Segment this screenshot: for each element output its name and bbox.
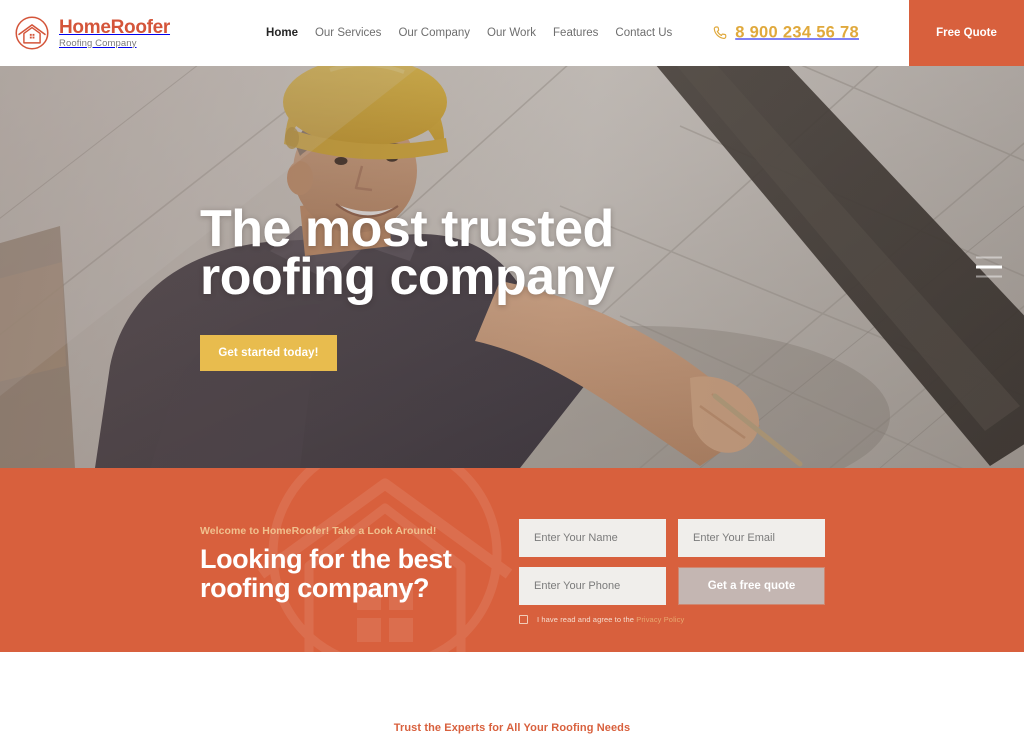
- nav-item-our-company[interactable]: Our Company: [398, 27, 470, 39]
- get-free-quote-button[interactable]: Get a free quote: [678, 567, 825, 605]
- brand-text: HomeRoofer Roofing Company: [59, 18, 170, 49]
- consent-row: I have read and agree to the Privacy Pol…: [519, 615, 825, 624]
- privacy-policy-link[interactable]: Privacy Policy: [636, 615, 684, 624]
- form-row-1: [519, 519, 825, 557]
- landing-page: HomeRoofer Roofing Company Home Our Serv…: [0, 0, 1024, 745]
- nav-item-our-services[interactable]: Our Services: [315, 27, 381, 39]
- house-in-circle-icon: [14, 15, 50, 51]
- nav-item-contact-us[interactable]: Contact Us: [615, 27, 672, 39]
- nav-item-home[interactable]: Home: [266, 27, 298, 39]
- form-row-2: Get a free quote: [519, 567, 825, 605]
- phone-input[interactable]: [519, 567, 666, 605]
- nav-item-features[interactable]: Features: [553, 27, 598, 39]
- cta-text-block: Welcome to HomeRoofer! Take a Look Aroun…: [200, 525, 500, 602]
- free-quote-button[interactable]: Free Quote: [909, 0, 1024, 66]
- bottom-eyebrow: Trust the Experts for All Your Roofing N…: [393, 722, 631, 734]
- site-header: HomeRoofer Roofing Company Home Our Serv…: [0, 0, 1024, 66]
- phone-icon: [713, 26, 728, 41]
- slider-line-1: [976, 256, 1002, 259]
- bottom-section: Trust the Experts for All Your Roofing N…: [0, 652, 1024, 745]
- consent-label: I have read and agree to the Privacy Pol…: [537, 615, 684, 624]
- brand-logo[interactable]: HomeRoofer Roofing Company: [14, 15, 170, 51]
- slider-lines-icon[interactable]: [976, 256, 1002, 278]
- slider-line-2-active: [976, 265, 1002, 269]
- nav-item-our-work[interactable]: Our Work: [487, 27, 536, 39]
- header-phone-link[interactable]: 8 900 234 56 78: [713, 24, 859, 43]
- hero-content: The most trusted roofing company Get sta…: [200, 66, 820, 468]
- email-input[interactable]: [678, 519, 825, 557]
- privacy-consent-checkbox[interactable]: [519, 615, 528, 624]
- slider-line-3: [976, 275, 1002, 278]
- phone-number: 8 900 234 56 78: [735, 23, 859, 42]
- get-started-button[interactable]: Get started today!: [200, 335, 337, 371]
- brand-tagline: Roofing Company: [59, 37, 137, 49]
- quote-request-form: Get a free quote I have read and agree t…: [519, 519, 825, 624]
- hero-section: The most trusted roofing company Get sta…: [0, 66, 1024, 468]
- hero-title: The most trusted roofing company: [200, 200, 615, 306]
- consent-text: I have read and agree to the: [537, 615, 635, 624]
- main-navigation: Home Our Services Our Company Our Work F…: [266, 27, 672, 39]
- name-input[interactable]: [519, 519, 666, 557]
- cta-section: Welcome to HomeRoofer! Take a Look Aroun…: [0, 468, 1024, 652]
- cta-eyebrow: Welcome to HomeRoofer! Take a Look Aroun…: [200, 525, 437, 537]
- brand-name: HomeRoofer: [59, 16, 171, 38]
- cta-title: Looking for the best roofing company?: [200, 544, 452, 603]
